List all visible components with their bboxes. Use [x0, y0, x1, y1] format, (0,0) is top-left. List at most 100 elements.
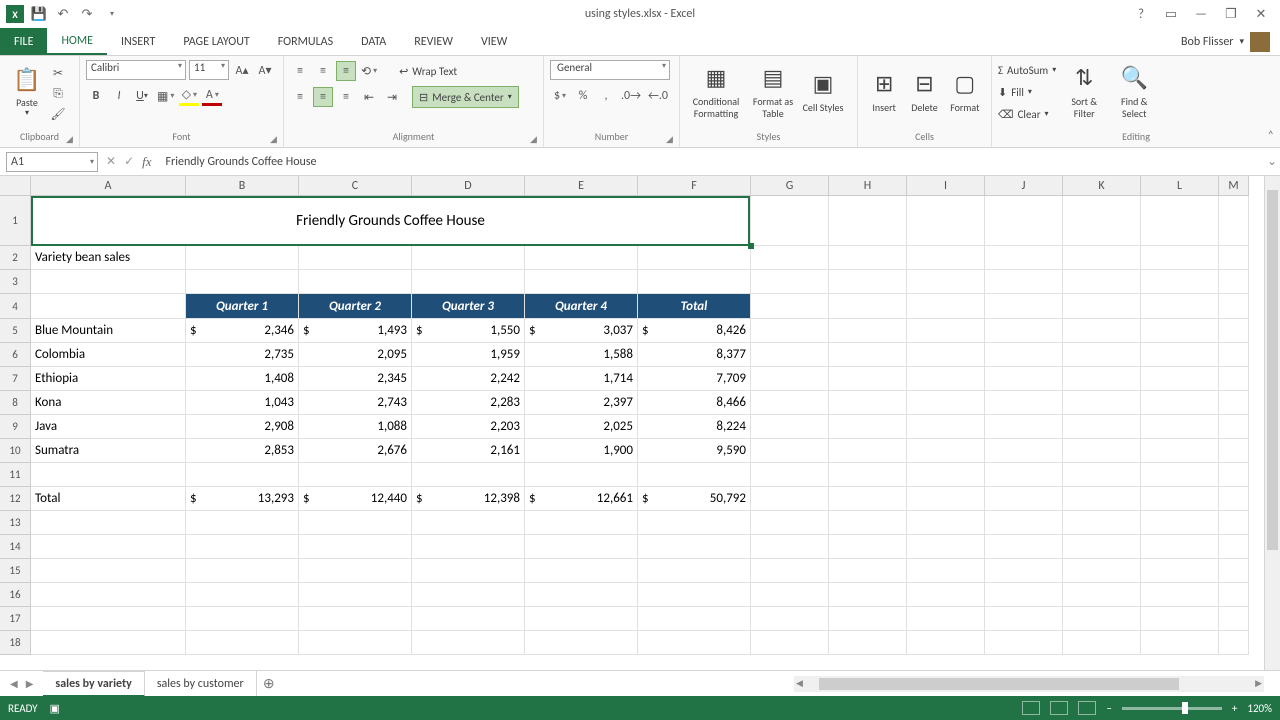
cancel-formula-icon[interactable]: ✕	[106, 154, 116, 169]
data-cell[interactable]: 1,900	[525, 439, 638, 463]
cell[interactable]	[525, 246, 638, 270]
cell[interactable]	[985, 583, 1063, 607]
total-cell[interactable]: 9,590	[638, 439, 751, 463]
cell[interactable]	[186, 559, 299, 583]
number-format-select[interactable]: General▾	[550, 60, 670, 80]
cell[interactable]	[829, 511, 907, 535]
clipboard-dialog-launcher[interactable]: ◢	[66, 134, 76, 144]
data-cell[interactable]: 2,397	[525, 391, 638, 415]
help-icon[interactable]: ?	[1132, 7, 1150, 22]
cell[interactable]	[1219, 415, 1249, 439]
cell[interactable]	[1063, 270, 1141, 294]
cell[interactable]	[31, 463, 186, 487]
data-cell[interactable]: 2,203	[412, 415, 525, 439]
save-icon[interactable]: 💾	[30, 5, 48, 23]
row-header-2[interactable]: 2	[0, 246, 31, 270]
cell[interactable]	[907, 439, 985, 463]
cell[interactable]	[1141, 270, 1219, 294]
collapse-ribbon-icon[interactable]: ˄	[1268, 129, 1274, 143]
cell[interactable]	[1141, 196, 1219, 246]
cell[interactable]	[299, 463, 412, 487]
total-cell[interactable]: 8,377	[638, 343, 751, 367]
cell[interactable]	[299, 535, 412, 559]
data-cell[interactable]: 1,088	[299, 415, 412, 439]
insert-cells-button[interactable]: ⊞ Insert	[864, 60, 904, 124]
cell[interactable]	[907, 367, 985, 391]
cell[interactable]	[31, 559, 186, 583]
row-name[interactable]: Ethiopia	[31, 367, 186, 391]
cell[interactable]	[638, 607, 751, 631]
fill-color-icon[interactable]: ◇	[179, 86, 199, 106]
cell[interactable]	[1063, 415, 1141, 439]
data-cell[interactable]: 2,161	[412, 439, 525, 463]
cell[interactable]	[907, 535, 985, 559]
underline-button[interactable]: U▾	[132, 86, 152, 106]
cell[interactable]	[186, 583, 299, 607]
cell[interactable]	[751, 487, 829, 511]
cell[interactable]	[1063, 439, 1141, 463]
close-icon[interactable]: ✕	[1252, 7, 1270, 22]
cell[interactable]	[186, 511, 299, 535]
cell[interactable]	[985, 535, 1063, 559]
cell[interactable]	[829, 487, 907, 511]
cell[interactable]	[1219, 511, 1249, 535]
total-data-cell[interactable]: $12,398	[412, 487, 525, 511]
data-cell[interactable]: 1,588	[525, 343, 638, 367]
data-cell[interactable]: 2,743	[299, 391, 412, 415]
wrap-text-button[interactable]: ↩ Wrap Text	[393, 60, 463, 82]
cell[interactable]	[1219, 583, 1249, 607]
cell[interactable]	[186, 246, 299, 270]
cell[interactable]	[829, 294, 907, 319]
cell[interactable]	[412, 631, 525, 655]
col-header-G[interactable]: G	[751, 176, 829, 196]
cell[interactable]	[1063, 559, 1141, 583]
table-header[interactable]: Quarter 2	[299, 294, 412, 319]
cell[interactable]	[299, 583, 412, 607]
cell[interactable]	[907, 415, 985, 439]
cell[interactable]	[1141, 415, 1219, 439]
row-header-4[interactable]: 4	[0, 294, 31, 319]
cell[interactable]	[412, 463, 525, 487]
data-cell[interactable]: 1,959	[412, 343, 525, 367]
fx-icon[interactable]: fx	[142, 154, 151, 170]
cell[interactable]	[1219, 631, 1249, 655]
cell[interactable]	[31, 294, 186, 319]
format-painter-icon[interactable]: 🖌	[48, 105, 68, 124]
cell[interactable]	[907, 319, 985, 343]
data-cell[interactable]: $3,037	[525, 319, 638, 343]
cell[interactable]	[412, 535, 525, 559]
find-select-button[interactable]: 🔍 Find & Select	[1112, 60, 1156, 124]
autosum-button[interactable]: ΣAutoSum▾	[998, 60, 1056, 80]
cell[interactable]	[907, 343, 985, 367]
align-right-icon[interactable]: ≡	[336, 87, 356, 107]
cell[interactable]	[525, 559, 638, 583]
cell[interactable]	[1219, 535, 1249, 559]
tab-page-layout[interactable]: PAGE LAYOUT	[169, 28, 263, 55]
expand-formula-bar-icon[interactable]: ⌄	[1264, 154, 1280, 169]
row-name[interactable]: Java	[31, 415, 186, 439]
ribbon-options-icon[interactable]: ▭	[1162, 7, 1180, 22]
title-cell[interactable]: Friendly Grounds Coffee House	[31, 196, 751, 246]
cell[interactable]	[907, 583, 985, 607]
zoom-level[interactable]: 120%	[1247, 702, 1272, 715]
zoom-slider[interactable]	[1122, 707, 1222, 710]
decrease-indent-icon[interactable]: ⇤	[359, 87, 379, 107]
cell[interactable]	[751, 391, 829, 415]
row-header-6[interactable]: 6	[0, 343, 31, 367]
row-name[interactable]: Kona	[31, 391, 186, 415]
cell[interactable]	[525, 631, 638, 655]
delete-cells-button[interactable]: ⊟ Delete	[904, 60, 944, 124]
increase-font-icon[interactable]: A▴	[232, 60, 252, 80]
italic-button[interactable]: I	[109, 86, 129, 106]
cell[interactable]	[299, 631, 412, 655]
cell[interactable]	[829, 270, 907, 294]
cell[interactable]	[1063, 583, 1141, 607]
copy-icon[interactable]: ⎘	[48, 85, 68, 104]
cell[interactable]	[907, 391, 985, 415]
clear-button[interactable]: ⌫Clear▾	[998, 104, 1056, 124]
cell[interactable]	[638, 463, 751, 487]
cell[interactable]	[299, 246, 412, 270]
col-header-L[interactable]: L	[1141, 176, 1219, 196]
cell[interactable]	[907, 511, 985, 535]
data-cell[interactable]: $2,346	[186, 319, 299, 343]
